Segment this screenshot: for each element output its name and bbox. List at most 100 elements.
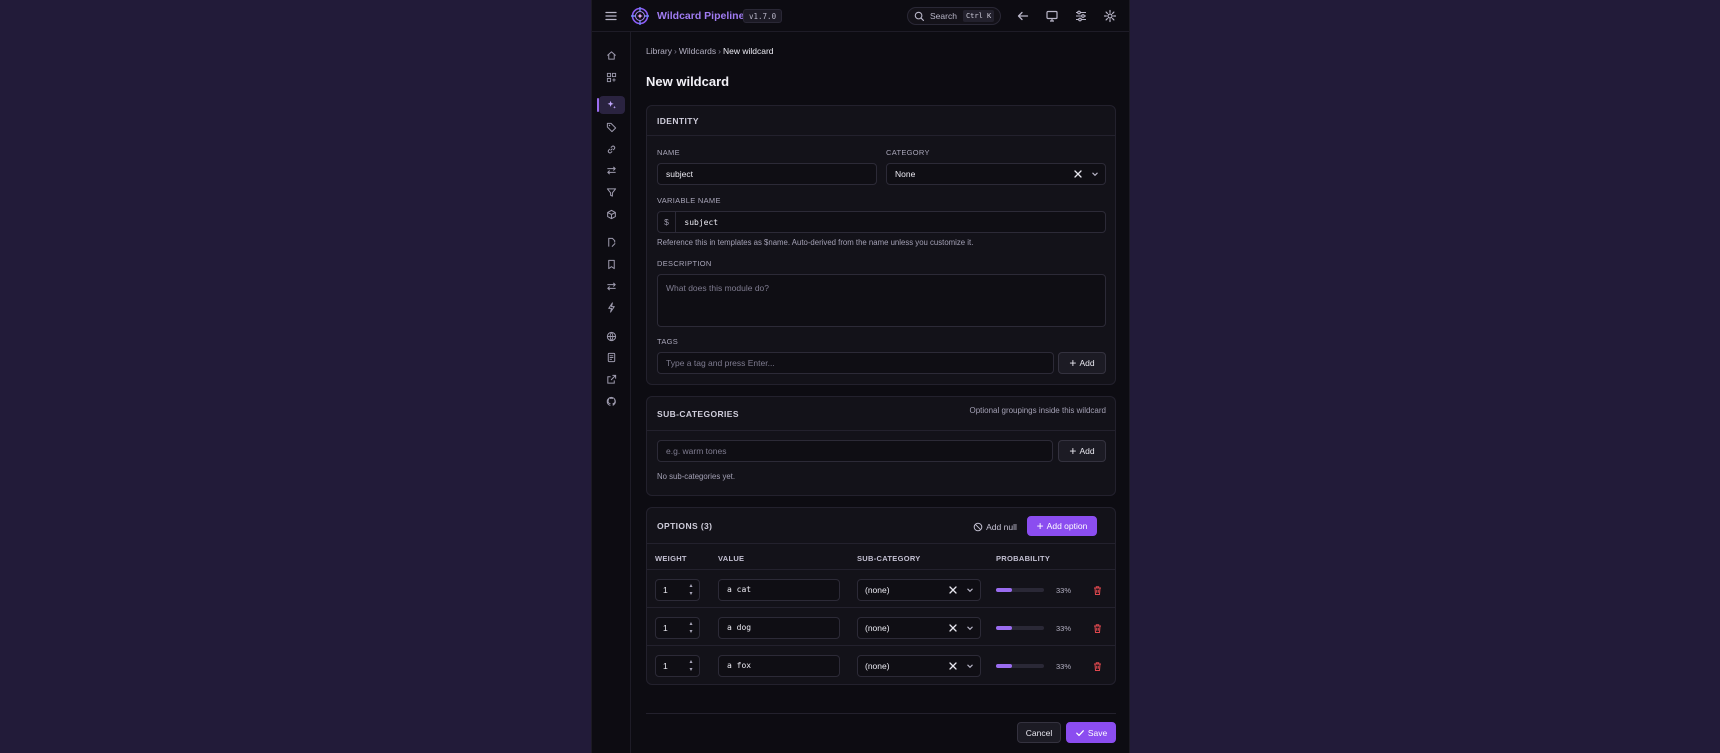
name-label: NAME	[657, 148, 680, 157]
category-label: CATEGORY	[886, 148, 930, 157]
option-value-input[interactable]: a cat	[718, 579, 840, 601]
column-weight: WEIGHT	[655, 554, 687, 563]
dashboard-icon[interactable]	[604, 70, 619, 85]
bookmark-icon[interactable]	[604, 257, 619, 272]
identity-heading: IDENTITY	[647, 106, 1115, 136]
add-null-button[interactable]: Add null	[967, 516, 1023, 538]
clear-category-icon[interactable]	[1073, 169, 1083, 179]
option-value-input[interactable]: a fox	[718, 655, 840, 677]
chevron-down-icon[interactable]	[965, 661, 975, 671]
variable-value: subject	[684, 218, 719, 227]
add-subcategory-button[interactable]: + Add	[1058, 440, 1106, 462]
add-option-button[interactable]: + Add option	[1027, 516, 1097, 536]
probability-fill	[996, 664, 1012, 668]
save-button[interactable]: Save	[1066, 722, 1116, 743]
probability-label: 33%	[1056, 586, 1072, 595]
probability-label: 33%	[1056, 662, 1072, 671]
chevron-down-icon[interactable]	[965, 585, 975, 595]
stepper-arrows-icon[interactable]: ▴ ▾	[687, 620, 695, 636]
plus-icon: +	[1036, 519, 1044, 533]
home-icon[interactable]	[604, 48, 619, 63]
breadcrumb: Library › Wildcards › New wildcard	[646, 46, 774, 56]
clear-icon[interactable]	[948, 585, 958, 595]
weight-stepper[interactable]: 1 ▴ ▾	[655, 655, 700, 677]
sidebar	[592, 32, 631, 753]
option-subcategory-select[interactable]: (none)	[857, 617, 981, 639]
plus-icon: +	[1069, 356, 1077, 370]
stepper-arrows-icon[interactable]: ▴ ▾	[687, 582, 695, 598]
probability-fill	[996, 626, 1012, 630]
option-value-input[interactable]: a dog	[718, 617, 840, 639]
subcategory-input[interactable]: e.g. warm tones	[657, 440, 1053, 462]
monitor-icon[interactable]	[1045, 9, 1059, 23]
link-icon[interactable]	[604, 142, 619, 157]
filter-icon[interactable]	[604, 185, 619, 200]
weight-stepper[interactable]: 1 ▴ ▾	[655, 579, 700, 601]
divider	[647, 645, 1115, 646]
tags-input[interactable]: Type a tag and press Enter...	[657, 352, 1054, 374]
option-subcategory-select[interactable]: (none)	[857, 579, 981, 601]
tag-icon[interactable]	[604, 120, 619, 135]
breadcrumb-wildcards[interactable]: Wildcards	[679, 46, 716, 56]
search-button[interactable]: Search Ctrl K	[907, 7, 1001, 25]
globe-icon[interactable]	[604, 329, 619, 344]
trash-icon[interactable]	[1092, 585, 1103, 596]
column-value: VALUE	[718, 554, 745, 563]
clear-icon[interactable]	[948, 623, 958, 633]
check-icon	[1075, 728, 1085, 738]
app-title[interactable]: Wildcard Pipeline	[657, 10, 744, 22]
add-tag-button[interactable]: + Add	[1058, 352, 1106, 374]
cube-icon[interactable]	[604, 207, 619, 222]
column-probability: PROBABILITY	[996, 554, 1051, 563]
tags-label: TAGS	[657, 337, 679, 346]
trash-icon[interactable]	[1092, 623, 1103, 634]
breadcrumb-current: New wildcard	[722, 46, 774, 56]
gear-icon[interactable]	[1103, 9, 1117, 23]
footer-divider	[646, 713, 1116, 714]
wildcards-icon[interactable]	[599, 96, 625, 114]
document-icon[interactable]	[604, 350, 619, 365]
description-textarea[interactable]: What does this module do?	[657, 274, 1106, 327]
probability-bar	[996, 626, 1044, 630]
chevron-down-icon[interactable]	[1090, 169, 1100, 179]
menu-icon[interactable]	[604, 9, 618, 23]
dollar-prefix: $	[658, 212, 676, 232]
category-value: None	[895, 169, 916, 179]
search-icon	[914, 11, 925, 22]
breadcrumb-library[interactable]: Library	[646, 46, 672, 56]
search-label: Search	[930, 11, 957, 21]
sliders-icon[interactable]	[1074, 9, 1088, 23]
cancel-button[interactable]: Cancel	[1017, 722, 1061, 743]
trash-icon[interactable]	[1092, 661, 1103, 672]
divider	[647, 569, 1115, 570]
probability-label: 33%	[1056, 624, 1072, 633]
variable-input[interactable]: $ subject	[657, 211, 1106, 233]
name-input[interactable]: subject	[657, 163, 877, 185]
back-arrow-icon[interactable]	[1016, 9, 1030, 23]
swap-icon[interactable]	[604, 163, 619, 178]
stepper-arrows-icon[interactable]: ▴ ▾	[687, 658, 695, 674]
category-select[interactable]: None	[886, 163, 1106, 185]
page-title: New wildcard	[646, 74, 730, 89]
probability-bar	[996, 588, 1044, 592]
file-edit-icon[interactable]	[604, 235, 619, 250]
lightning-icon[interactable]	[604, 300, 619, 315]
clear-icon[interactable]	[948, 661, 958, 671]
subcategories-empty: No sub-categories yet.	[657, 472, 736, 481]
ban-icon	[973, 522, 983, 532]
transfer-icon[interactable]	[604, 279, 619, 294]
probability-fill	[996, 588, 1012, 592]
search-shortcut: Ctrl K	[962, 10, 995, 22]
version-badge: v1.7.0	[743, 9, 783, 23]
column-subcategory: SUB-CATEGORY	[857, 554, 921, 563]
probability-bar	[996, 664, 1044, 668]
github-icon[interactable]	[604, 394, 619, 409]
top-bar: Wildcard Pipeline v1.7.0 Search Ctrl K	[592, 0, 1129, 32]
option-subcategory-select[interactable]: (none)	[857, 655, 981, 677]
chevron-down-icon[interactable]	[965, 623, 975, 633]
subcategories-note: Optional groupings inside this wildcard	[969, 406, 1106, 415]
external-link-icon[interactable]	[604, 372, 619, 387]
subcategories-card: SUB-CATEGORIES Optional groupings inside…	[646, 396, 1116, 496]
weight-stepper[interactable]: 1 ▴ ▾	[655, 617, 700, 639]
plus-icon: +	[1069, 444, 1077, 458]
